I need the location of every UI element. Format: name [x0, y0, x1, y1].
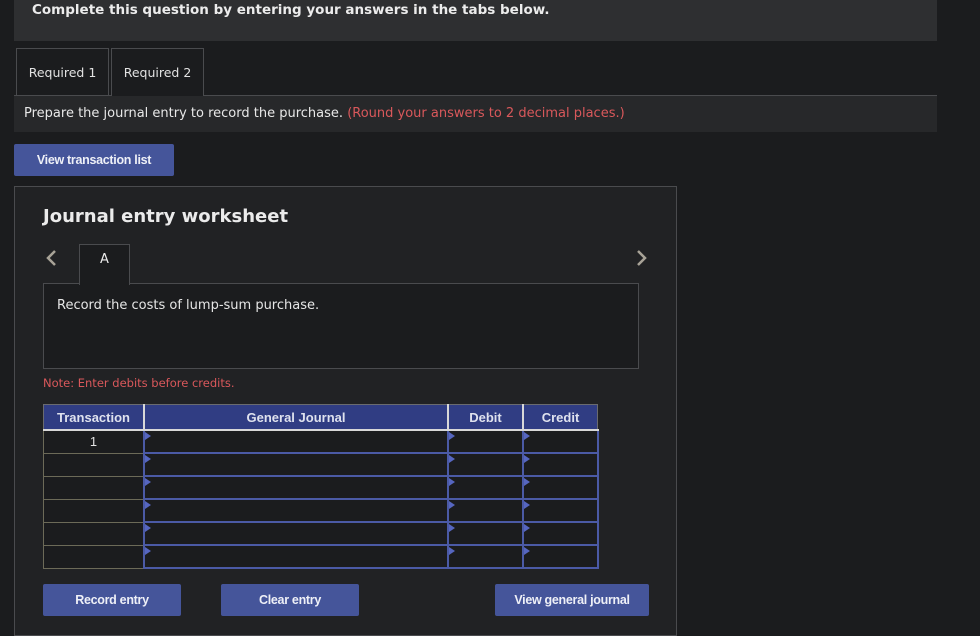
dropdown-indicator-icon: [449, 524, 455, 532]
table-row: [43, 521, 599, 546]
entry-description: Record the costs of lump-sum purchase.: [57, 298, 320, 313]
dropdown-indicator-icon: [524, 524, 530, 532]
dropdown-indicator-icon: [524, 501, 530, 509]
chevron-left-icon[interactable]: [44, 247, 60, 269]
debit-credit-note: Note: Enter debits before credits.: [43, 376, 235, 390]
journal-table: Transaction General Journal Debit Credit…: [43, 404, 599, 569]
tab-required-1[interactable]: Required 1: [16, 48, 109, 95]
transaction-cell: [43, 544, 145, 569]
banner-text: Complete this question by entering your …: [32, 2, 550, 18]
credit-input[interactable]: [522, 429, 599, 454]
header-transaction: Transaction: [43, 404, 145, 431]
account-input[interactable]: [143, 475, 449, 500]
dropdown-indicator-icon: [449, 547, 455, 555]
dropdown-indicator-icon: [524, 455, 530, 463]
record-entry-button[interactable]: Record entry: [43, 584, 181, 616]
dropdown-indicator-icon: [449, 455, 455, 463]
credit-input[interactable]: [522, 498, 599, 523]
dropdown-indicator-icon: [145, 432, 151, 440]
table-row: [43, 452, 599, 477]
account-input[interactable]: [143, 521, 449, 546]
dropdown-indicator-icon: [524, 547, 530, 555]
dropdown-indicator-icon: [449, 432, 455, 440]
dropdown-indicator-icon: [145, 455, 151, 463]
chevron-right-icon[interactable]: [633, 247, 649, 269]
debit-input[interactable]: [447, 475, 524, 500]
dropdown-indicator-icon: [145, 478, 151, 486]
dropdown-indicator-icon: [449, 501, 455, 509]
dropdown-indicator-icon: [145, 547, 151, 555]
worksheet-title: Journal entry worksheet: [43, 206, 289, 227]
header-credit: Credit: [522, 404, 598, 431]
dropdown-indicator-icon: [524, 432, 530, 440]
credit-input[interactable]: [522, 475, 599, 500]
header-general-journal: General Journal: [143, 404, 449, 431]
view-transaction-list-button[interactable]: View transaction list: [14, 144, 174, 176]
debit-input[interactable]: [447, 498, 524, 523]
requirement-tabs: Required 1 Required 2: [14, 47, 937, 96]
entry-description-box: Record the costs of lump-sum purchase.: [43, 283, 639, 369]
credit-input[interactable]: [522, 452, 599, 477]
clear-entry-button[interactable]: Clear entry: [221, 584, 359, 616]
question-instruction: Prepare the journal entry to record the …: [14, 96, 937, 132]
journal-table-header: Transaction General Journal Debit Credit: [43, 404, 598, 431]
transaction-cell: [43, 521, 145, 546]
credit-input[interactable]: [522, 521, 599, 546]
tab-required-2[interactable]: Required 2: [111, 48, 204, 96]
transaction-cell: 1: [43, 429, 145, 454]
transaction-cell: [43, 498, 145, 523]
debit-input[interactable]: [447, 452, 524, 477]
table-row: [43, 544, 599, 569]
debit-input[interactable]: [447, 429, 524, 454]
table-row: 1: [43, 429, 599, 454]
account-input[interactable]: [143, 498, 449, 523]
transaction-cell: [43, 475, 145, 500]
table-row: [43, 475, 599, 500]
instructions-banner: Complete this question by entering your …: [14, 0, 937, 41]
header-debit: Debit: [447, 404, 524, 431]
dropdown-indicator-icon: [145, 501, 151, 509]
account-input[interactable]: [143, 429, 449, 454]
rounding-hint: (Round your answers to 2 decimal places.…: [347, 106, 625, 121]
dropdown-indicator-icon: [524, 478, 530, 486]
journal-entry-worksheet: Journal entry worksheet A Record the cos…: [14, 186, 677, 636]
transaction-cell: [43, 452, 145, 477]
instruction-text: Prepare the journal entry to record the …: [24, 106, 344, 121]
credit-input[interactable]: [522, 544, 599, 569]
debit-input[interactable]: [447, 544, 524, 569]
debit-input[interactable]: [447, 521, 524, 546]
dropdown-indicator-icon: [145, 524, 151, 532]
account-input[interactable]: [143, 452, 449, 477]
table-row: [43, 498, 599, 523]
dropdown-indicator-icon: [449, 478, 455, 486]
view-general-journal-button[interactable]: View general journal: [495, 584, 649, 616]
entry-tab-a[interactable]: A: [79, 244, 130, 285]
account-input[interactable]: [143, 544, 449, 569]
